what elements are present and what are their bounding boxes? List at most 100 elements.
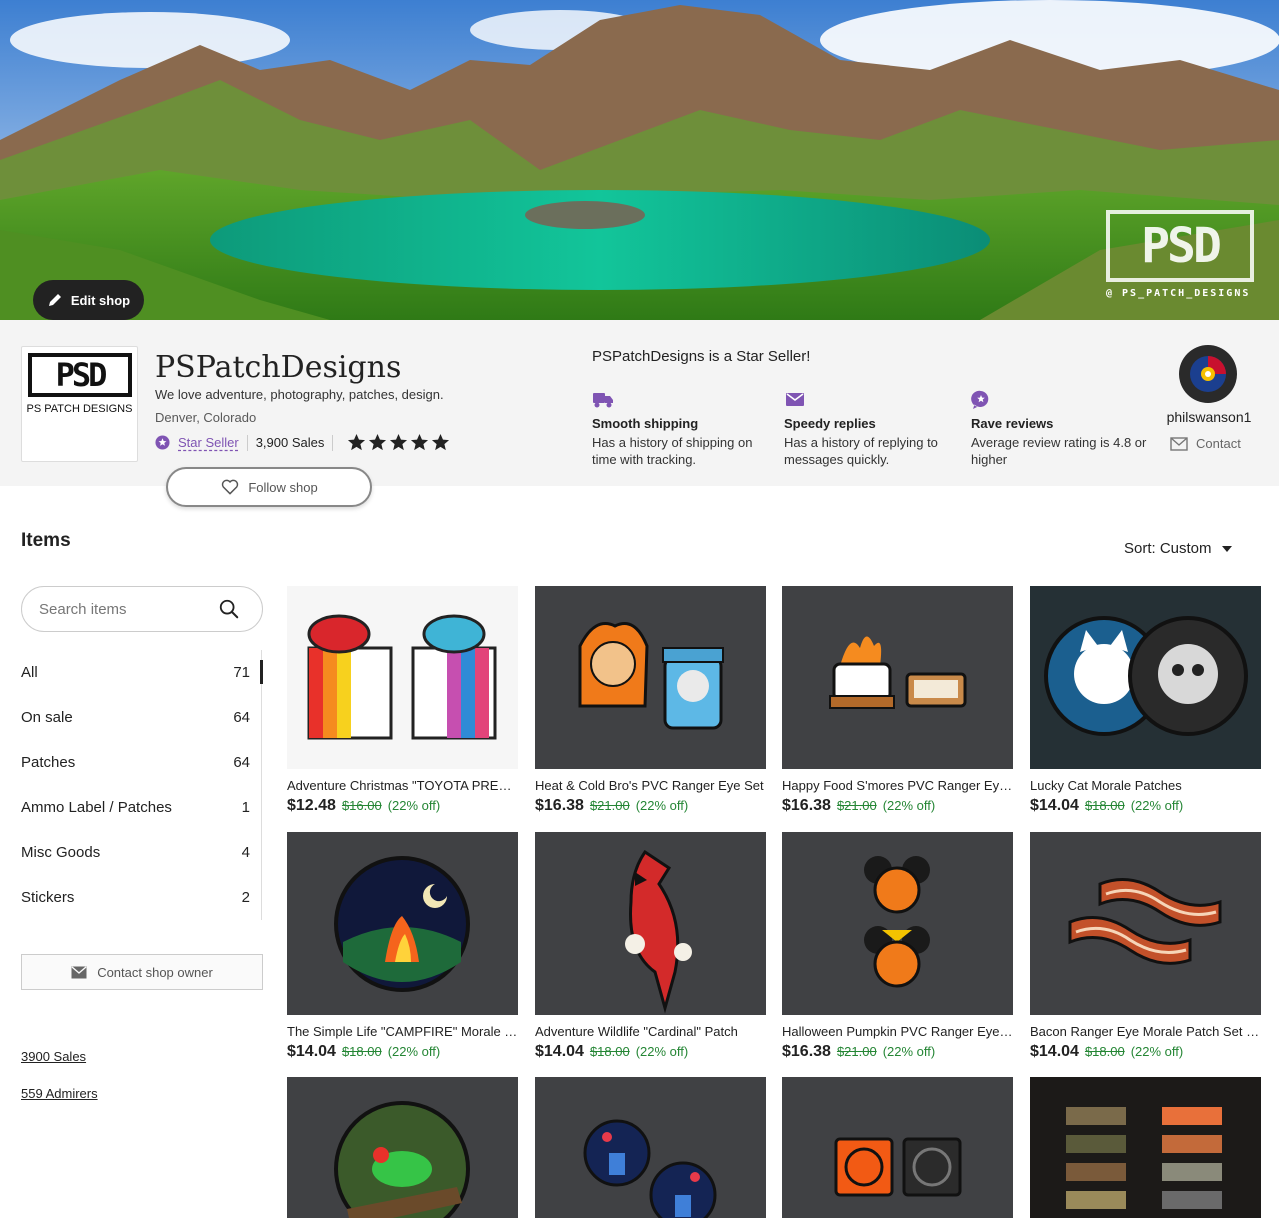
listing-card[interactable]: The Simple Life "CAMPFIRE" Morale Patch $… [287,832,518,1061]
listing-thumbnail[interactable] [782,586,1013,769]
perk-title: Speedy replies [784,416,876,431]
category-item[interactable]: Misc Goods 4 [21,830,263,875]
shop-location: Denver, Colorado [155,410,257,425]
shop-sales-count: 3,900 Sales [255,435,325,450]
perk-rave-reviews: Rave reviews Average review rating is 4.… [971,390,1151,468]
star-seller-link[interactable]: Star Seller [178,435,239,450]
search-items-input[interactable] [39,597,219,621]
category-list: All 71 On sale 64 Patches 64 Ammo Label / Patc… [21,650,263,920]
listing-title[interactable]: Adventure Wildlife "Cardinal" Patch [535,1024,766,1039]
edit-shop-button[interactable]: Edit shop [33,280,144,320]
listing-card[interactable] [287,1077,518,1218]
category-label: All [21,664,38,681]
category-item[interactable]: Patches 64 [21,740,263,785]
listing-price: $16.38 [782,797,831,814]
perk-speedy-replies: Speedy replies Has a history of replying… [784,390,964,468]
listing-card[interactable] [535,1077,766,1218]
listing-price: $12.48 [287,797,336,814]
caret-down-icon [1221,545,1232,552]
category-count: 2 [241,889,250,906]
owner-contact-label: Contact [1196,436,1241,451]
listing-title[interactable]: Adventure Christmas "TOYOTA PRESENTS" Pa… [287,778,518,793]
listing-original-price: $18.00 [341,1044,382,1059]
listing-prices: $16.38 $21.00 (22% off) [782,797,1013,815]
listing-card[interactable]: Happy Food S'mores PVC Ranger Eye Set $16… [782,586,1013,815]
perk-description: Has a history of replying to messages qu… [784,435,938,467]
listing-thumbnail[interactable] [287,586,518,769]
category-label: Stickers [21,889,75,906]
envelope-icon [786,393,804,406]
stats-divider [246,434,248,451]
search-items-box[interactable] [21,586,263,632]
listing-thumbnail[interactable] [535,1077,766,1218]
listing-thumbnail[interactable] [287,1077,518,1218]
category-item[interactable]: All 71 [21,650,263,695]
star-icon [348,433,366,451]
category-item[interactable]: Stickers 2 [21,875,263,920]
sales-link[interactable]: 3900 Sales [21,1049,86,1064]
follow-shop-button[interactable]: Follow shop [166,467,372,507]
listing-thumbnail[interactable] [1030,832,1261,1015]
smores-patches-image [782,586,1013,769]
listing-discount: (22% off) [882,1044,936,1059]
contact-shop-owner-button[interactable]: Contact shop owner [21,954,263,990]
listing-prices: $12.48 $16.00 (22% off) [287,797,518,815]
shop-stats: Star Seller 3,900 Sales [155,433,450,452]
search-icon[interactable] [218,598,240,620]
listing-card[interactable]: Lucky Cat Morale Patches $14.04 $18.00 (22%… [1030,586,1261,815]
sort-label: Sort: Custom [1124,540,1212,557]
owner-contact-link[interactable]: Contact [1170,436,1241,451]
listing-thumbnail[interactable] [287,832,518,1015]
shop-logo-text: PSD [55,356,108,394]
truck-icon [593,393,613,408]
listing-prices: $14.04 $18.00 (22% off) [287,1043,518,1061]
listing-card[interactable]: Adventure Christmas "TOYOTA PRESENTS" Pa… [287,586,518,815]
aperture-patches-image [782,1077,1013,1218]
listing-thumbnail[interactable] [782,832,1013,1015]
category-item[interactable]: On sale 64 [21,695,263,740]
listing-thumbnail[interactable] [535,586,766,769]
listing-discount: (22% off) [1130,798,1184,813]
listing-title[interactable]: Heat & Cold Bro's PVC Ranger Eye Set [535,778,766,793]
items-heading: Items [21,530,71,551]
listing-card[interactable]: Adventure Wildlife "Cardinal" Patch $14.0… [535,832,766,1061]
listing-thumbnail[interactable] [782,1077,1013,1218]
sort-dropdown[interactable]: Sort: Custom [1124,540,1232,557]
listing-title[interactable]: Halloween Pumpkin PVC Ranger Eye Set [782,1024,1013,1039]
listing-card[interactable] [1030,1077,1261,1218]
category-item[interactable]: Ammo Label / Patches 1 [21,785,263,830]
listing-title[interactable]: Bacon Ranger Eye Morale Patch Set of 2 [1030,1024,1261,1039]
listing-title[interactable]: Lucky Cat Morale Patches [1030,778,1261,793]
rating-stars[interactable] [347,433,450,452]
envelope-icon [71,965,87,978]
listing-card[interactable]: Heat & Cold Bro's PVC Ranger Eye Set $16.… [535,586,766,815]
listing-title[interactable]: The Simple Life "CAMPFIRE" Morale Patch [287,1024,518,1039]
listing-prices: $14.04 $18.00 (22% off) [1030,797,1261,815]
owner-name[interactable]: philswanson1 [1150,409,1268,425]
listing-thumbnail[interactable] [1030,586,1261,769]
contact-shop-owner-label: Contact shop owner [97,964,213,980]
listing-discount: (22% off) [882,798,936,813]
listing-thumbnail[interactable] [535,832,766,1015]
listing-original-price: $18.00 [589,1044,630,1059]
listing-card[interactable]: Halloween Pumpkin PVC Ranger Eye Set $16.… [782,832,1013,1061]
listing-original-price: $18.00 [1084,798,1125,813]
listing-price: $16.38 [535,797,584,814]
admirers-link[interactable]: 559 Admirers [21,1086,98,1101]
banner-instagram-handle: @ PS_PATCH_DESIGNS [1106,288,1251,299]
star-seller-badge-icon [155,435,170,450]
perk-title: Smooth shipping [592,416,699,431]
listing-prices: $14.04 $18.00 (22% off) [535,1043,766,1061]
listing-original-price: $21.00 [589,798,630,813]
category-rail [261,650,262,920]
listing-thumbnail[interactable] [1030,1077,1261,1218]
listing-card[interactable] [782,1077,1013,1218]
shop-logo: PSD PS PATCH DESIGNS [21,346,138,462]
listing-discount: (22% off) [635,798,689,813]
edit-shop-label: Edit shop [70,292,131,308]
listing-price: $16.38 [782,1043,831,1060]
listing-card[interactable]: Bacon Ranger Eye Morale Patch Set of 2 $1… [1030,832,1261,1061]
listing-title[interactable]: Happy Food S'mores PVC Ranger Eye Set [782,778,1013,793]
owner-avatar[interactable] [1179,345,1237,403]
pumpkin-patches-image [782,832,1013,1015]
